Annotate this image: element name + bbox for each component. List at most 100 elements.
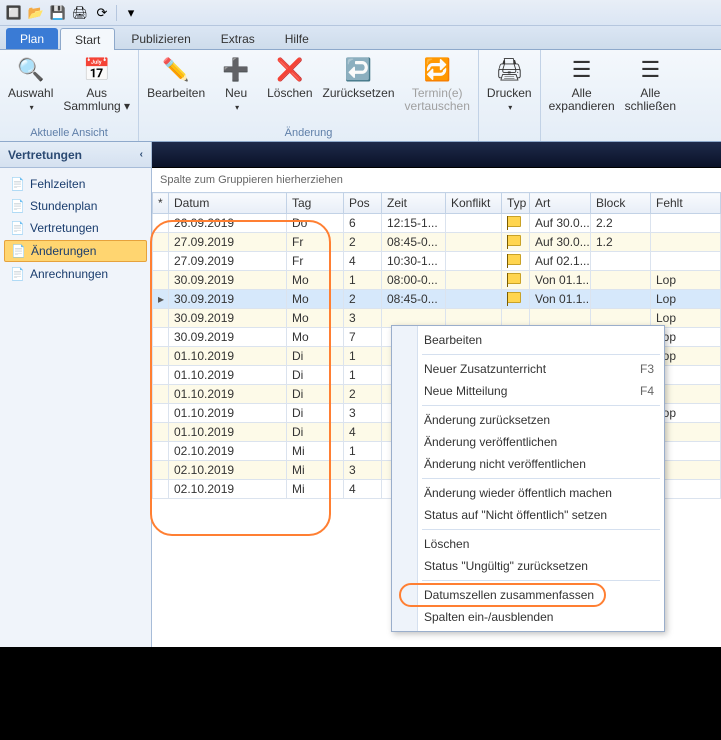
col-fehlt[interactable]: Fehlt (651, 193, 721, 214)
col-pos[interactable]: Pos (344, 193, 382, 214)
cell-typ[interactable] (502, 271, 530, 290)
table-row[interactable]: 27.09.2019Fr208:45-0...Auf 30.0...1.2 (153, 233, 721, 252)
qat-dropdown-icon[interactable]: ▾ (123, 5, 139, 21)
cell-pos[interactable]: 1 (344, 442, 382, 461)
cell-typ[interactable] (502, 214, 530, 233)
col-star[interactable]: * (153, 193, 169, 214)
cell-datum[interactable]: 02.10.2019 (169, 461, 287, 480)
cell-pos[interactable]: 1 (344, 366, 382, 385)
cell-zeit[interactable]: 10:30-1... (382, 252, 446, 271)
auswahl-button[interactable]: 🔍 Auswahl▾ (8, 54, 53, 114)
table-row[interactable]: ▸30.09.2019Mo208:45-0...Von 01.1...Lop (153, 290, 721, 309)
menu-item[interactable]: Änderung veröffentlichen (392, 431, 664, 453)
cell-tag[interactable]: Mi (287, 480, 344, 499)
alle-expandieren-button[interactable]: ☰ Alleexpandieren (549, 54, 615, 113)
open-icon[interactable]: 📂 (28, 5, 44, 21)
menu-item[interactable]: Änderung wieder öffentlich machen (392, 482, 664, 504)
cell-pos[interactable]: 2 (344, 385, 382, 404)
cell-datum[interactable]: 02.10.2019 (169, 480, 287, 499)
cell-pos[interactable]: 3 (344, 461, 382, 480)
cell-datum[interactable]: 01.10.2019 (169, 404, 287, 423)
cell-tag[interactable]: Di (287, 385, 344, 404)
tab-hilfe[interactable]: Hilfe (271, 28, 323, 49)
alle-schliessen-button[interactable]: ☰ Alleschließen (625, 54, 676, 113)
cell-datum[interactable]: 30.09.2019 (169, 309, 287, 328)
cell-konflikt[interactable] (446, 290, 502, 309)
cell-fehlt[interactable] (651, 252, 721, 271)
cell-fehlt[interactable] (651, 214, 721, 233)
cell-art[interactable]: Von 01.1... (530, 290, 591, 309)
cell-fehlt[interactable] (651, 233, 721, 252)
cell-fehlt[interactable]: Lop (651, 290, 721, 309)
aus-sammlung-button[interactable]: 📅 AusSammlung ▾ (63, 54, 130, 113)
sidebar-item[interactable]: 📄Vertretungen (4, 218, 147, 238)
cell-konflikt[interactable] (446, 233, 502, 252)
cell-datum[interactable]: 01.10.2019 (169, 423, 287, 442)
refresh-icon[interactable]: ⟳ (94, 5, 110, 21)
cell-datum[interactable]: 02.10.2019 (169, 442, 287, 461)
cell-datum[interactable]: 30.09.2019 (169, 271, 287, 290)
cell-pos[interactable]: 4 (344, 423, 382, 442)
cell-konflikt[interactable] (446, 252, 502, 271)
neu-button[interactable]: ➕ Neu▾ (215, 54, 257, 114)
cell-tag[interactable]: Mo (287, 309, 344, 328)
cell-tag[interactable]: Mi (287, 442, 344, 461)
table-row[interactable]: 26.09.2019Do612:15-1...Auf 30.0...2.2 (153, 214, 721, 233)
cell-datum[interactable]: 26.09.2019 (169, 214, 287, 233)
print-icon[interactable]: 🖨 (72, 5, 88, 21)
cell-block[interactable]: 1.2 (591, 233, 651, 252)
tab-publizieren[interactable]: Publizieren (117, 28, 204, 49)
drucken-button[interactable]: 🖨 Drucken▾ (487, 54, 532, 114)
save-icon[interactable]: 💾 (50, 5, 66, 21)
menu-item[interactable]: Datumszellen zusammenfassen (392, 584, 664, 606)
cell-tag[interactable]: Fr (287, 233, 344, 252)
cell-pos[interactable]: 4 (344, 252, 382, 271)
sidebar-item[interactable]: 📄Änderungen (4, 240, 147, 262)
menu-item[interactable]: Änderung zurücksetzen (392, 409, 664, 431)
col-art[interactable]: Art (530, 193, 591, 214)
cell-datum[interactable]: 01.10.2019 (169, 366, 287, 385)
cell-block[interactable]: 2.2 (591, 214, 651, 233)
cell-tag[interactable]: Mo (287, 328, 344, 347)
menu-item[interactable]: Neuer ZusatzunterrichtF3 (392, 358, 664, 380)
col-konflikt[interactable]: Konflikt (446, 193, 502, 214)
cell-zeit[interactable]: 08:45-0... (382, 233, 446, 252)
app-icon[interactable]: 🔲 (6, 5, 22, 21)
tab-start[interactable]: Start (60, 28, 115, 50)
cell-tag[interactable]: Mi (287, 461, 344, 480)
cell-art[interactable]: Auf 30.0... (530, 214, 591, 233)
tab-extras[interactable]: Extras (207, 28, 269, 49)
cell-block[interactable] (591, 290, 651, 309)
table-row[interactable]: 30.09.2019Mo108:00-0...Von 01.1...Lop (153, 271, 721, 290)
col-block[interactable]: Block (591, 193, 651, 214)
menu-item[interactable]: Neue MitteilungF4 (392, 380, 664, 402)
loeschen-button[interactable]: ❌ Löschen (267, 54, 312, 113)
cell-block[interactable] (591, 271, 651, 290)
cell-tag[interactable]: Mo (287, 271, 344, 290)
menu-item[interactable]: Status auf "Nicht öffentlich" setzen (392, 504, 664, 526)
cell-datum[interactable]: 27.09.2019 (169, 233, 287, 252)
cell-pos[interactable]: 4 (344, 480, 382, 499)
cell-tag[interactable]: Di (287, 404, 344, 423)
cell-zeit[interactable]: 12:15-1... (382, 214, 446, 233)
cell-typ[interactable] (502, 233, 530, 252)
sidebar-item[interactable]: 📄Fehlzeiten (4, 174, 147, 194)
sidebar-item[interactable]: 📄Stundenplan (4, 196, 147, 216)
cell-datum[interactable]: 30.09.2019 (169, 290, 287, 309)
menu-item[interactable]: Bearbeiten (392, 329, 664, 351)
cell-art[interactable]: Von 01.1... (530, 271, 591, 290)
cell-tag[interactable]: Di (287, 423, 344, 442)
cell-zeit[interactable]: 08:00-0... (382, 271, 446, 290)
cell-art[interactable]: Auf 30.0... (530, 233, 591, 252)
table-row[interactable]: 27.09.2019Fr410:30-1...Auf 02.1... (153, 252, 721, 271)
menu-item[interactable]: Änderung nicht veröffentlichen (392, 453, 664, 475)
zuruecksetzen-button[interactable]: ↩️ Zurücksetzen (323, 54, 395, 113)
collapse-sidebar-icon[interactable]: ‹ (140, 149, 143, 160)
cell-pos[interactable]: 7 (344, 328, 382, 347)
cell-zeit[interactable]: 08:45-0... (382, 290, 446, 309)
menu-item[interactable]: Status "Ungültig" zurücksetzen (392, 555, 664, 577)
cell-typ[interactable] (502, 290, 530, 309)
cell-datum[interactable]: 01.10.2019 (169, 347, 287, 366)
cell-tag[interactable]: Mo (287, 290, 344, 309)
cell-pos[interactable]: 1 (344, 271, 382, 290)
